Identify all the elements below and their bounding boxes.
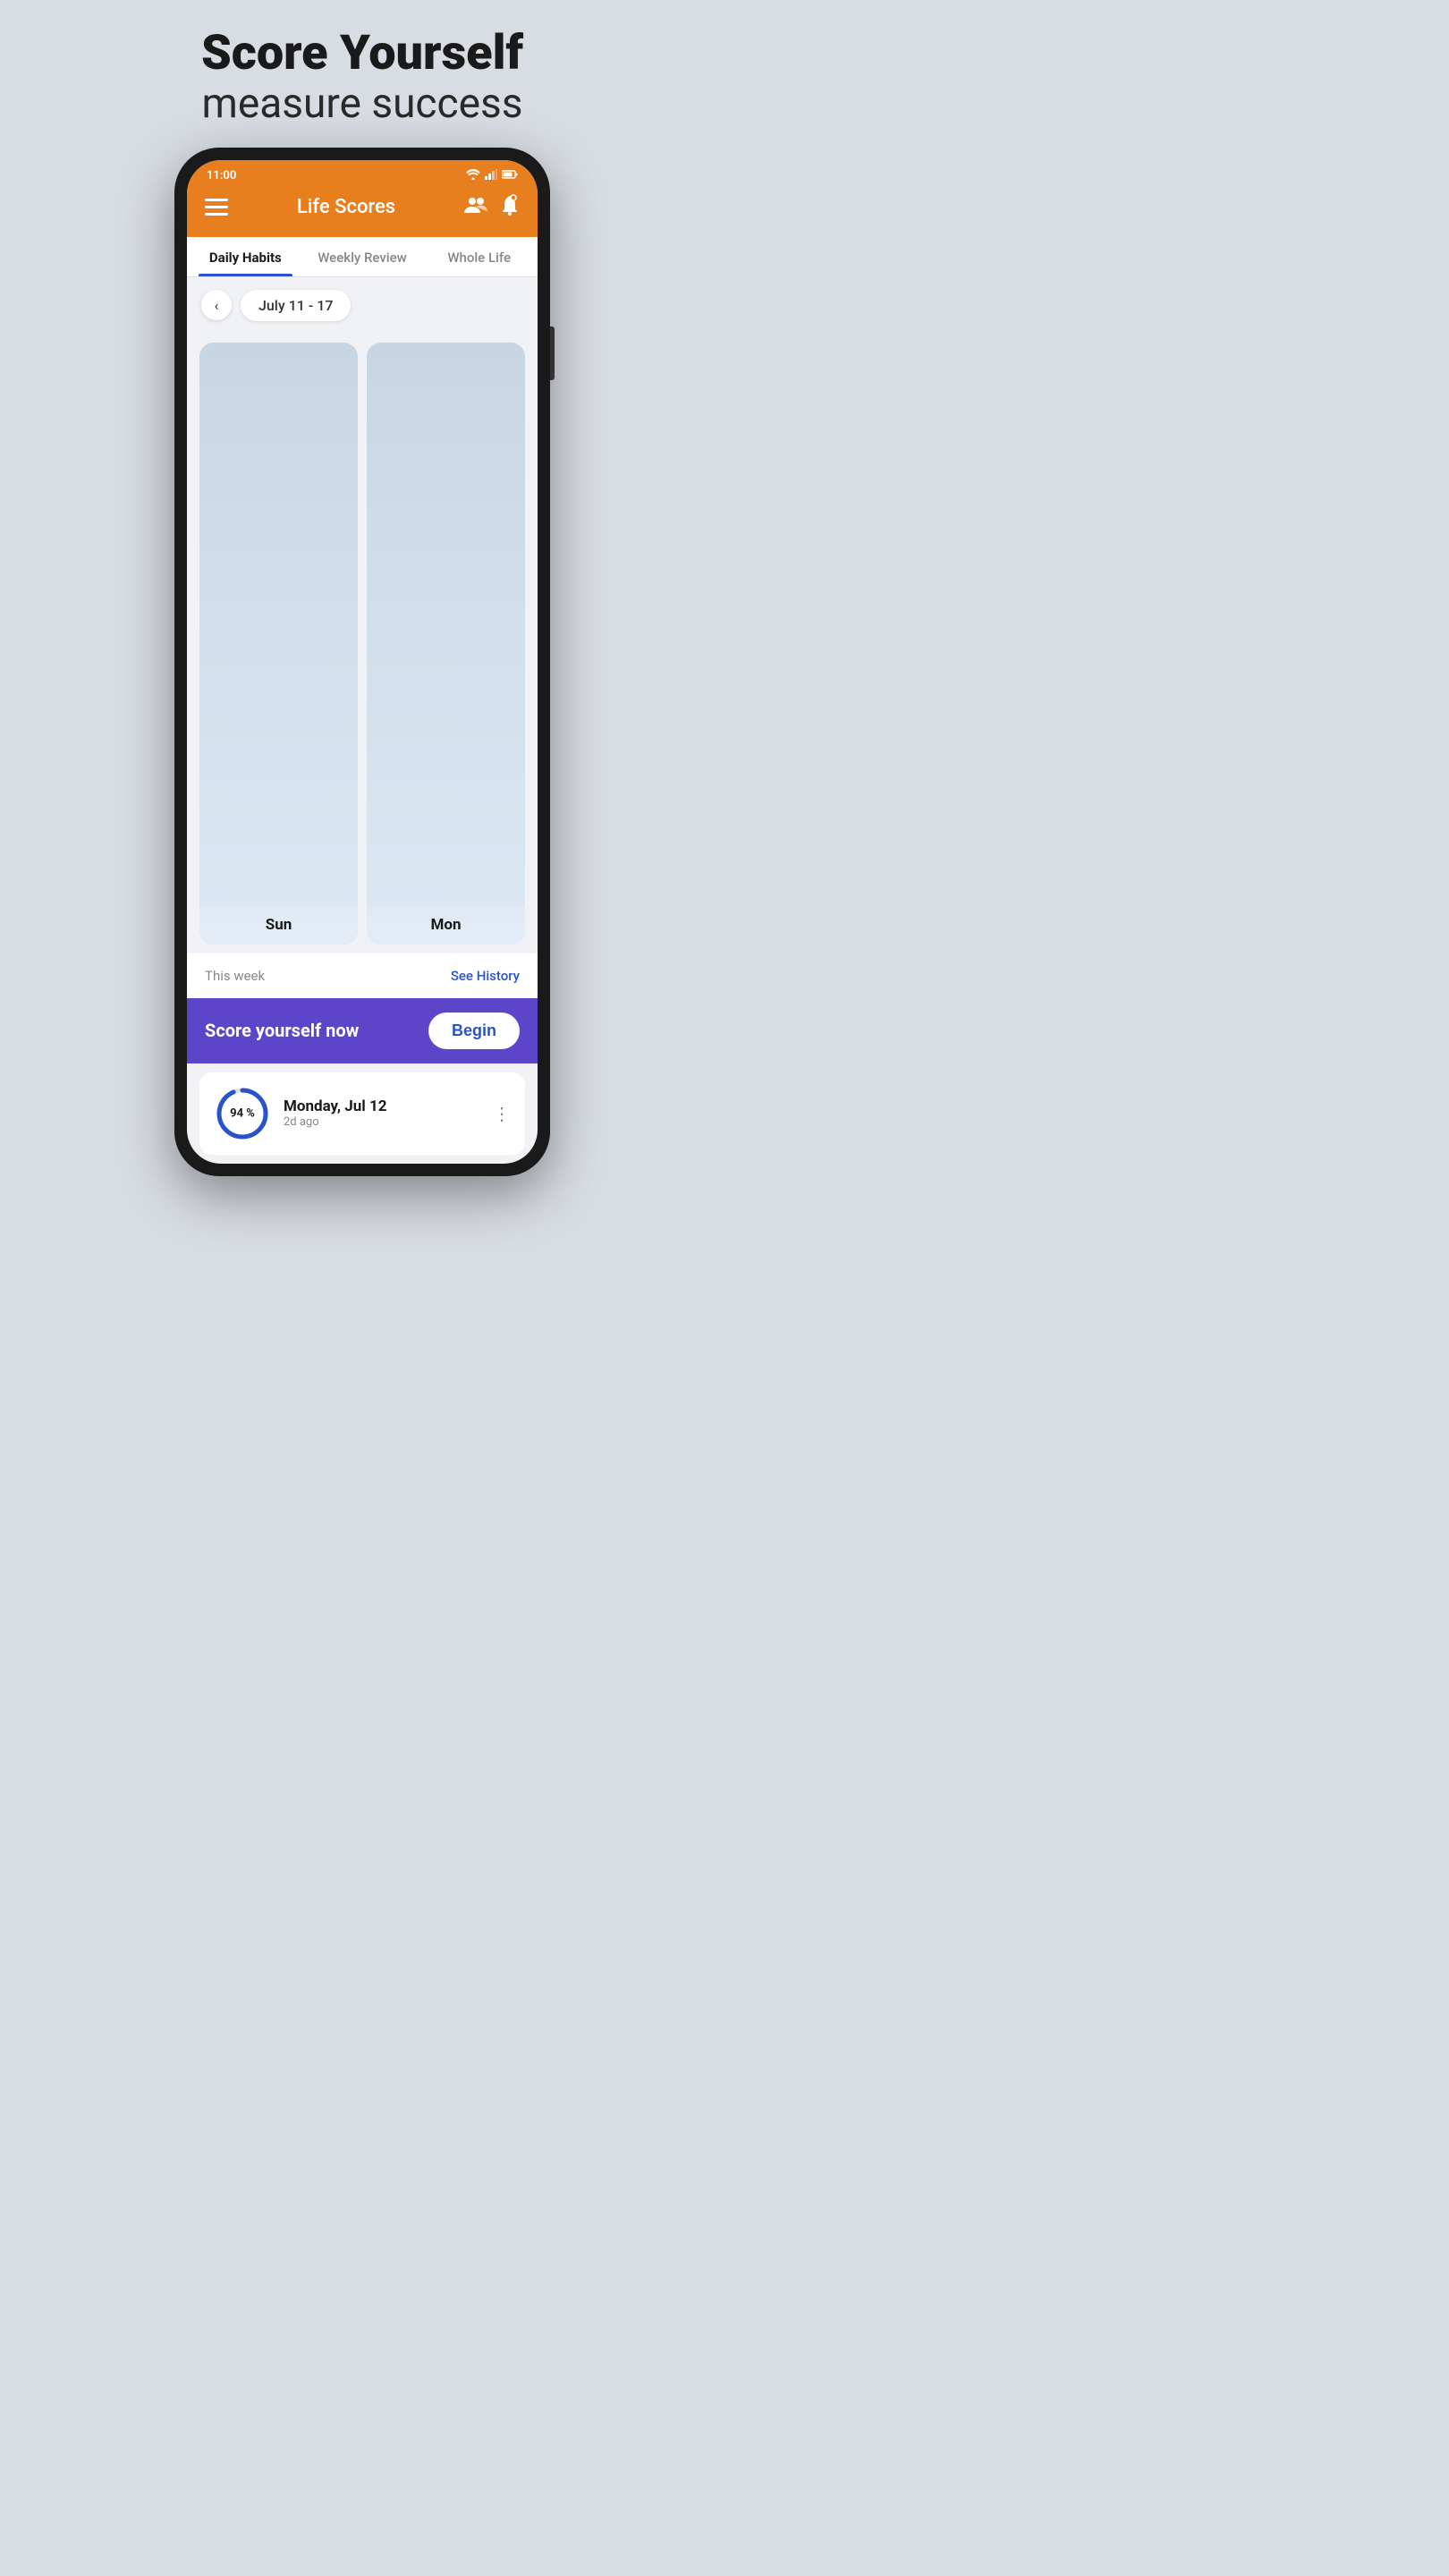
app-title: Life Scores <box>297 196 395 218</box>
signal-icon <box>485 169 497 183</box>
day-card-sun-bg <box>199 343 358 945</box>
top-nav-bar: Life Scores <box>187 187 538 237</box>
headline-sub: measure success <box>201 80 523 129</box>
day-card-mon-bg <box>367 343 525 945</box>
status-bar: 11:00 <box>187 160 538 187</box>
status-icons <box>466 169 518 183</box>
cta-banner: Score yourself now Begin <box>187 998 538 1063</box>
tabs-bar: Daily Habits Weekly Review Whole Life <box>187 237 538 277</box>
battery-icon <box>502 169 518 182</box>
more-options-icon[interactable]: ⋮ <box>493 1103 511 1124</box>
tab-whole-life[interactable]: Whole Life <box>420 237 538 276</box>
phone-wrapper: 11:00 <box>174 148 550 1288</box>
history-entry[interactable]: 94 % Monday, Jul 12 2d ago ⋮ <box>199 1072 525 1155</box>
tab-weekly-review[interactable]: Weekly Review <box>304 237 421 276</box>
date-nav: ‹ July 11 - 17 <box>187 277 538 334</box>
tab-daily-habits[interactable]: Daily Habits <box>187 237 304 276</box>
back-arrow-icon: ‹ <box>215 297 219 314</box>
week-row: This week See History <box>187 953 538 998</box>
history-info: Monday, Jul 12 2d ago <box>284 1097 480 1129</box>
day-label-mon: Mon <box>367 907 525 945</box>
date-back-button[interactable]: ‹ <box>201 290 232 320</box>
date-range-pill[interactable]: July 11 - 17 <box>241 290 351 321</box>
history-date: Monday, Jul 12 <box>284 1097 480 1115</box>
day-card-mon[interactable]: Mon <box>367 343 525 945</box>
circle-progress: 94 % <box>214 1085 271 1142</box>
menu-icon[interactable] <box>205 199 228 216</box>
percentage-label: 94 % <box>230 1106 255 1120</box>
see-history-button[interactable]: See History <box>451 968 520 984</box>
wifi-icon <box>466 169 480 183</box>
cta-text: Score yourself now <box>205 1020 359 1041</box>
bell-icon[interactable] <box>500 194 520 221</box>
day-label-sun: Sun <box>199 907 358 945</box>
top-bar-icons <box>464 194 520 221</box>
phone-outer: 11:00 <box>174 148 550 1176</box>
day-card-sun[interactable]: Sun <box>199 343 358 945</box>
this-week-label: This week <box>205 968 265 984</box>
begin-button[interactable]: Begin <box>428 1013 520 1049</box>
history-ago: 2d ago <box>284 1115 480 1129</box>
day-cards-area: Sun Mon <box>187 334 538 953</box>
status-time: 11:00 <box>207 169 236 182</box>
phone-side-button <box>550 326 555 380</box>
people-icon[interactable] <box>464 195 487 220</box>
headline-area: Score Yourself measure success <box>183 0 541 148</box>
phone-screen: 11:00 <box>187 160 538 1164</box>
headline-bold: Score Yourself <box>201 27 523 80</box>
